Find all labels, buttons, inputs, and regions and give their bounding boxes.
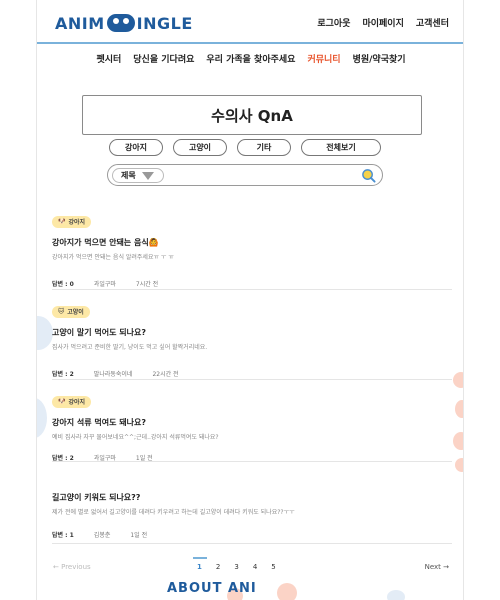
decor-blob [453, 432, 463, 450]
post-time: 7시간 전 [135, 280, 159, 288]
post-meta: 답변 : 1 김봉춘 1일 전 [52, 530, 452, 539]
dog-icon: 🐶 [58, 398, 66, 405]
list-item[interactable]: 🐶 강아지 강아지 석류 먹여도 돼나요? 예비 집사라 자꾸 물어보네요^^;… [52, 388, 452, 462]
previous-page-link[interactable]: ← Previous [53, 563, 91, 571]
nav-item-petsitter[interactable]: 펫시터 [96, 52, 121, 72]
nav-item-find-family[interactable]: 우리 가족을 찾아주세요 [206, 52, 295, 72]
answer-count: 답변 : 1 [52, 532, 74, 539]
post-meta: 답변 : 2 말나라동숙이네 22시간 전 [52, 369, 452, 378]
nav-item-waiting[interactable]: 당신을 기다려요 [133, 52, 194, 72]
search-field-select[interactable]: 제목 [112, 168, 164, 183]
post-time: 1일 전 [135, 454, 153, 462]
post-snippet: 강아지가 먹으면 안돼는 음식 알려주세요ㅠ ㅜ ㅠ [52, 253, 174, 261]
search-bar: 제목 [107, 164, 383, 186]
top-links: 로그아웃 마이페이지 고객센터 [317, 16, 449, 29]
page-number[interactable]: 3 [234, 563, 238, 571]
nav-item-hospital[interactable]: 병원/약국찾기 [353, 52, 406, 72]
site-logo[interactable]: ANIM INGLE [55, 12, 193, 34]
category-all-button[interactable]: 전체보기 [301, 139, 381, 156]
category-dog-button[interactable]: 강아지 [109, 139, 163, 156]
page-number[interactable]: 2 [216, 563, 220, 571]
post-title[interactable]: 강아지 석류 먹여도 돼나요? [52, 417, 452, 428]
page-number[interactable]: 1 [193, 557, 207, 571]
post-title[interactable]: 강아지가 먹으면 안돼는 음식🙆 [52, 237, 452, 248]
decor-blob [387, 590, 405, 600]
decor-blob [453, 372, 463, 388]
answer-count: 답변 : 0 [52, 280, 74, 288]
list-item[interactable]: 🐱 고양이 고양이 말기 먹어도 되나요? 집사가 먹으려고 준비한 딸기, 냥… [52, 298, 452, 380]
post-author: 말나라동숙이네 [93, 370, 133, 378]
customer-center-link[interactable]: 고객센터 [416, 16, 449, 29]
post-snippet: 제가 전에 별로 없어서 길고양이를 데려다 키우려고 하는데 길고양이 데려다… [52, 509, 295, 516]
paw-icon [106, 14, 135, 32]
post-meta: 답변 : 0 과일구마 7시간 전 [52, 279, 452, 288]
search-icon[interactable] [361, 168, 376, 183]
post-author: 김봉춘 [93, 532, 111, 539]
decor-blob [37, 398, 47, 438]
logo-text-right: INGLE [136, 13, 193, 33]
decor-blob [455, 400, 463, 418]
page-number[interactable]: 4 [253, 563, 257, 571]
next-page-link[interactable]: Next → [425, 563, 449, 571]
category-tag: 🐶 강아지 [52, 395, 92, 408]
tag-label: 강아지 [68, 219, 86, 226]
post-time: 22시간 전 [152, 370, 179, 378]
search-field-selected: 제목 [121, 171, 136, 180]
post-snippet: 예비 집사라 자꾸 물어보네요^^;근데..강아지 석류먹여도 돼나요? [52, 433, 219, 441]
page-frame: ANIM INGLE 로그아웃 마이페이지 고객센터 펫시터 당신을 기다려요 … [36, 0, 464, 600]
post-title[interactable]: 고양이 말기 먹어도 되나요? [52, 327, 452, 338]
post-snippet: 집사가 먹으려고 준비한 딸기, 냥이도 먹고 싶어 할짝거리네요. [52, 343, 208, 351]
list-item[interactable]: 길고양이 키워도 되나요?? 제가 전에 별로 없어서 길고양이를 데려다 키우… [52, 480, 452, 544]
site-header: ANIM INGLE 로그아웃 마이페이지 고객센터 [37, 0, 463, 44]
post-author: 과일구마 [93, 454, 116, 462]
answer-count: 답변 : 2 [52, 454, 74, 462]
main-nav: 펫시터 당신을 기다려요 우리 가족을 찾아주세요 커뮤니티 병원/약국찾기 [37, 52, 463, 72]
category-tag: 🐶 강아지 [52, 215, 92, 228]
post-title[interactable]: 길고양이 키워도 되나요?? [52, 492, 452, 503]
post-author: 과일구마 [93, 280, 116, 288]
page-number[interactable]: 5 [271, 563, 275, 571]
page-title: 수의사 QnA [82, 95, 422, 135]
footer-logo: ABOUT ANI [167, 581, 257, 593]
tag-label: 강아지 [68, 399, 86, 406]
decor-blob [277, 583, 297, 600]
page-numbers: 1 2 3 4 5 [193, 557, 276, 571]
tag-label: 고양이 [67, 309, 84, 316]
category-filter: 강아지 고양이 기타 전체보기 [109, 139, 399, 156]
category-etc-button[interactable]: 기타 [237, 139, 291, 156]
decor-blob [455, 458, 463, 472]
mypage-link[interactable]: 마이페이지 [362, 16, 403, 29]
answer-count: 답변 : 2 [52, 370, 74, 378]
search-input[interactable] [170, 168, 350, 183]
decor-blob [37, 316, 53, 350]
logout-link[interactable]: 로그아웃 [317, 16, 350, 29]
category-tag: 🐱 고양이 [52, 305, 90, 318]
logo-text-left: ANIM [55, 13, 105, 33]
post-meta: 답변 : 2 과일구마 1일 전 [52, 453, 452, 462]
chevron-down-icon [141, 171, 154, 180]
nav-item-community[interactable]: 커뮤니티 [307, 52, 340, 72]
dog-icon: 🐶 [58, 218, 66, 225]
post-time: 1일 전 [130, 532, 148, 539]
cat-icon: 🐱 [58, 308, 65, 315]
pagination: ← Previous 1 2 3 4 5 Next → [37, 557, 463, 578]
category-cat-button[interactable]: 고양이 [173, 139, 227, 156]
list-item[interactable]: 🐶 강아지 강아지가 먹으면 안돼는 음식🙆 강아지가 먹으면 안돼는 음식 알… [52, 208, 452, 290]
